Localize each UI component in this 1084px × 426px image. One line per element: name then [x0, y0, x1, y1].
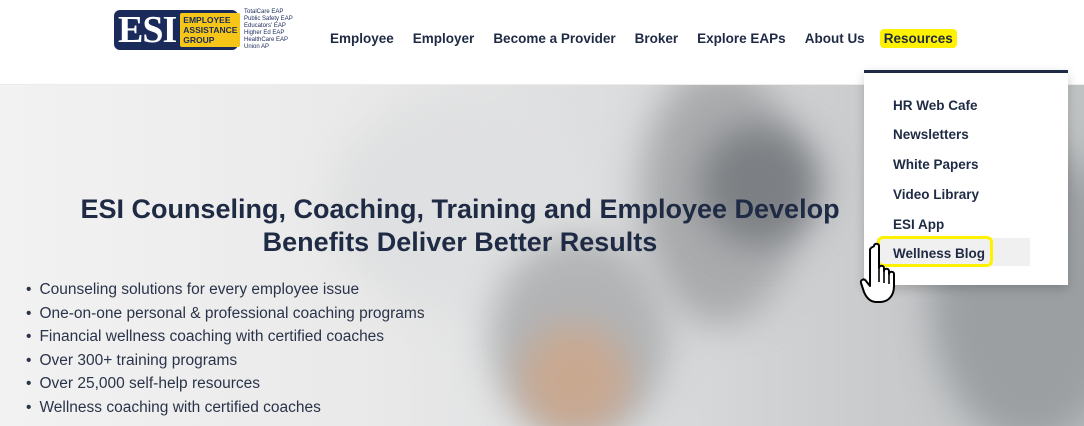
hand-pointer-icon	[860, 242, 895, 303]
nav-employee[interactable]: Employee	[330, 31, 394, 48]
logo-tag-line: EMPLOYEE	[183, 15, 231, 25]
nav-resources[interactable]: Resources	[879, 29, 957, 48]
list-item: Over 25,000 self-help resources	[26, 372, 425, 396]
main-nav: Employee Employer Become a Provider Brok…	[330, 29, 976, 48]
nav-employer[interactable]: Employer	[413, 31, 475, 48]
logo-tag-line: GROUP	[183, 35, 215, 45]
logo-badge: ESI EMPLOYEE ASSISTANCE GROUP	[114, 9, 241, 51]
nav-become-a-provider[interactable]: Become a Provider	[493, 31, 615, 48]
logo-program: HealthCare EAP	[244, 37, 289, 43]
list-item: Wellness coaching with certified coaches	[26, 396, 425, 420]
hero-title: ESI Counseling, Coaching, Training and E…	[30, 193, 890, 259]
logo-program: Educators' EAP	[244, 23, 286, 29]
nav-broker[interactable]: Broker	[635, 31, 679, 48]
logo-program-list: TotalCare EAP Public Safety EAP Educator…	[244, 9, 293, 51]
logo-program: TotalCare EAP	[244, 9, 284, 15]
nav-about-us[interactable]: About Us	[805, 31, 865, 48]
logo-tagline: EMPLOYEE ASSISTANCE GROUP	[180, 13, 241, 47]
list-item: Financial wellness coaching with certifi…	[26, 325, 425, 349]
list-item: Over 300+ training programs	[26, 349, 425, 373]
list-item: One-on-one personal & professional coach…	[26, 302, 424, 326]
menu-item-esi-app[interactable]: ESI App	[893, 217, 944, 232]
nav-explore-eaps[interactable]: Explore EAPs	[697, 31, 786, 48]
hero-title-line: ESI Counseling, Coaching, Training and E…	[80, 194, 840, 224]
menu-item-newsletters[interactable]: Newsletters	[893, 127, 969, 142]
menu-item-white-papers[interactable]: White Papers	[893, 157, 979, 172]
hero-title-line: Benefits Deliver Better Results	[262, 227, 658, 257]
logo-program: Union AP	[244, 44, 270, 50]
menu-item-video-library[interactable]: Video Library	[893, 187, 979, 202]
logo-mark: ESI	[118, 9, 177, 51]
esi-logo[interactable]: ESI EMPLOYEE ASSISTANCE GROUP TotalCare …	[114, 8, 293, 52]
hero-bullet-list: Counseling solutions for every employee …	[26, 278, 425, 420]
logo-program: Public Safety EAP	[244, 16, 293, 22]
hero-background-blob	[520, 325, 630, 426]
logo-tag-line: ASSISTANCE	[183, 25, 238, 35]
menu-item-hr-web-cafe[interactable]: HR Web Cafe	[893, 98, 978, 113]
list-item: Counseling solutions for every employee …	[26, 278, 425, 302]
logo-program: Higher Ed EAP	[244, 30, 285, 36]
